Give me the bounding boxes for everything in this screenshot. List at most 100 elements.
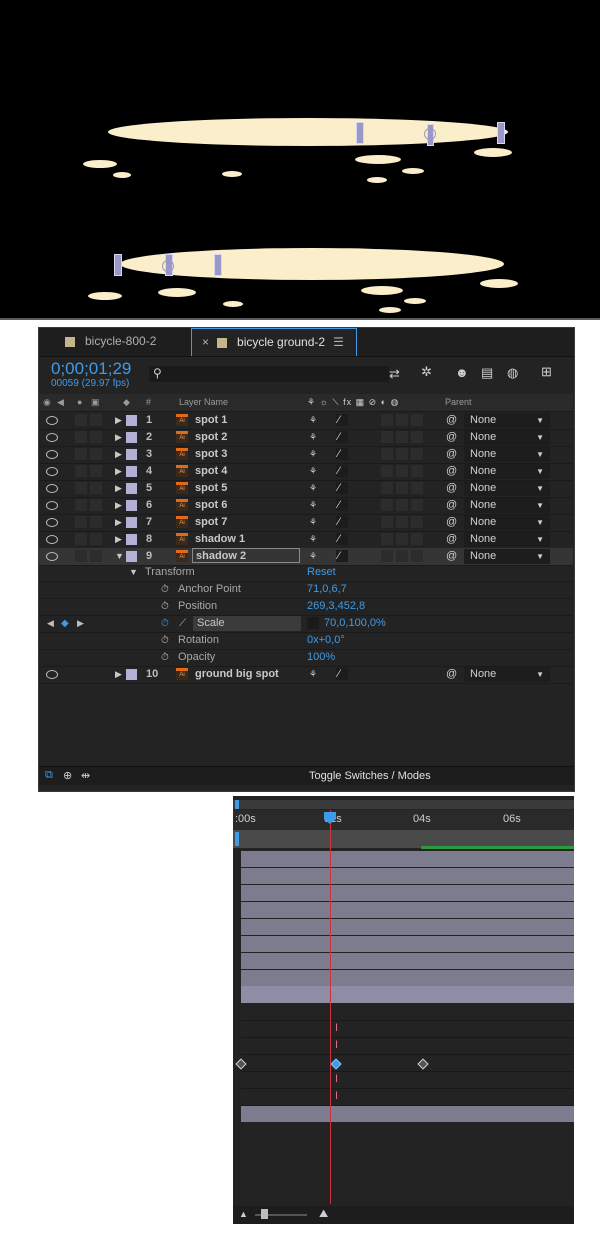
layer-bar-selected[interactable] xyxy=(241,986,574,1003)
switch-box[interactable] xyxy=(381,414,393,426)
eye-icon[interactable] xyxy=(46,416,58,425)
graph-icon[interactable]: ⟋ xyxy=(179,615,186,632)
label-color[interactable] xyxy=(126,500,137,511)
solo-switch[interactable] xyxy=(75,431,87,443)
prop-value[interactable]: 70,0,100,0% xyxy=(324,615,386,632)
motion-blur-icon[interactable]: ◍ xyxy=(507,365,518,381)
lock-switch[interactable] xyxy=(90,550,102,562)
prop-value[interactable]: 0x+0,0° xyxy=(307,632,345,649)
prop-rotation[interactable]: ⏱ Rotation 0x+0,0° xyxy=(39,632,573,650)
transform-group[interactable]: ▼ Transform Reset xyxy=(39,564,573,582)
layer-bar[interactable] xyxy=(241,919,574,935)
in-out-icon[interactable]: ⇹ xyxy=(81,769,90,782)
time-navigator[interactable] xyxy=(233,800,574,809)
eye-icon[interactable] xyxy=(46,433,58,442)
collapse-triangle-icon[interactable]: ▼ xyxy=(129,564,138,581)
parent-dropdown[interactable]: None ▼ xyxy=(464,430,550,445)
prop-scale[interactable]: ◀ ◆ ▶ ⏱ ⟋ Scale 70,0,100,0% xyxy=(39,615,573,633)
lock-switch[interactable] xyxy=(90,431,102,443)
switch-box[interactable] xyxy=(411,533,423,545)
playhead-line[interactable] xyxy=(330,810,331,1204)
eye-icon[interactable] xyxy=(46,450,58,459)
expand-triangle-icon[interactable]: ▶ xyxy=(115,514,122,531)
shadow-shape-bottom[interactable] xyxy=(120,248,504,280)
spot-shape[interactable] xyxy=(113,172,131,178)
keyframe-icon[interactable] xyxy=(417,1058,429,1070)
label-color[interactable] xyxy=(126,483,137,494)
shadow-shape-top[interactable] xyxy=(108,118,508,146)
spot-shape[interactable] xyxy=(355,155,401,164)
eye-icon[interactable] xyxy=(46,484,58,493)
layer-bar[interactable] xyxy=(241,953,574,969)
layer-row[interactable]: ▶ 7 Ai spot 7 ⚘ ⁄ @ None ▼ xyxy=(39,514,573,532)
prop-position[interactable]: ⏱ Position 269,3,452,8 xyxy=(39,598,573,616)
menu-icon[interactable]: ☰ xyxy=(333,335,344,349)
pickwhip-icon[interactable]: @ xyxy=(446,412,457,429)
spot-shape[interactable] xyxy=(474,148,512,157)
shy-switch-icon[interactable]: ⚘ xyxy=(309,531,317,548)
composition-viewer[interactable] xyxy=(0,0,600,320)
graph-editor-icon[interactable]: ⊞ xyxy=(541,364,552,380)
work-area-bar[interactable] xyxy=(233,830,574,849)
stopwatch-icon[interactable]: ⏱ xyxy=(161,632,169,649)
label-color[interactable] xyxy=(126,432,137,443)
switch-box[interactable] xyxy=(396,550,408,562)
switch-box[interactable] xyxy=(381,550,393,562)
zoom-slider-thumb[interactable] xyxy=(261,1209,268,1219)
shy-switch-icon[interactable]: ⚘ xyxy=(309,548,317,565)
hold-keyframe-icon[interactable]: I xyxy=(335,1072,338,1086)
pickwhip-icon[interactable]: @ xyxy=(446,429,457,446)
pickwhip-icon[interactable]: @ xyxy=(446,548,457,565)
parent-dropdown[interactable]: None ▼ xyxy=(464,481,550,496)
collapse-triangle-icon[interactable]: ▼ xyxy=(115,548,124,565)
solo-switch[interactable] xyxy=(75,414,87,426)
timeline-graph-area[interactable]: :00s 02s 04s 06s I I I I ▲ ⛰ xyxy=(233,796,574,1224)
prop-anchor-point[interactable]: ⏱ Anchor Point 71,0,6,7 xyxy=(39,581,573,599)
close-icon[interactable]: × xyxy=(202,335,209,349)
col-layer-name[interactable]: Layer Name xyxy=(179,394,228,411)
layer-row[interactable]: ▶ 10 Ai ground big spot ⚘ ⁄ @ None ▼ xyxy=(39,666,573,684)
expand-triangle-icon[interactable]: ▶ xyxy=(115,480,122,497)
solo-switch[interactable] xyxy=(75,465,87,477)
label-color[interactable] xyxy=(126,449,137,460)
label-color[interactable] xyxy=(126,466,137,477)
eye-icon[interactable] xyxy=(46,670,58,679)
layer-bar[interactable] xyxy=(241,970,574,986)
switch-box[interactable] xyxy=(396,414,408,426)
layer-name[interactable]: shadow 2 xyxy=(192,548,300,563)
keyframe-icon[interactable]: ◆ xyxy=(61,615,69,632)
reset-button[interactable]: Reset xyxy=(307,564,336,581)
tab-bicycle-ground-2[interactable]: × bicycle ground-2 ☰ xyxy=(191,328,357,356)
parent-dropdown[interactable]: None ▼ xyxy=(464,447,550,462)
layer-bar[interactable] xyxy=(241,851,574,867)
layer-row[interactable]: ▶ 6 Ai spot 6 ⚘ ⁄ @ None ▼ xyxy=(39,497,573,515)
lock-switch[interactable] xyxy=(90,516,102,528)
pickwhip-icon[interactable]: @ xyxy=(446,514,457,531)
pickwhip-icon[interactable]: @ xyxy=(446,666,457,683)
parent-dropdown[interactable]: None ▼ xyxy=(464,464,550,479)
comp-flowchart-icon[interactable]: ⇄ xyxy=(389,366,400,382)
lock-switch[interactable] xyxy=(90,414,102,426)
transfer-controls-icon[interactable]: ⊕ xyxy=(63,769,72,782)
navigator-start-handle[interactable] xyxy=(235,800,239,809)
solo-switch[interactable] xyxy=(75,448,87,460)
switch-box[interactable] xyxy=(396,465,408,477)
anchor-point-icon[interactable] xyxy=(162,260,174,272)
pickwhip-icon[interactable]: @ xyxy=(446,463,457,480)
switch-box[interactable] xyxy=(396,448,408,460)
switch-box[interactable] xyxy=(396,431,408,443)
switch-box[interactable] xyxy=(411,414,423,426)
keyframe-icon[interactable] xyxy=(330,1058,342,1070)
layer-name[interactable]: spot 3 xyxy=(195,446,227,463)
solo-switch[interactable] xyxy=(75,533,87,545)
eye-icon[interactable] xyxy=(46,535,58,544)
layer-bar[interactable] xyxy=(241,902,574,918)
parent-dropdown[interactable]: None ▼ xyxy=(464,515,550,530)
search-input[interactable]: ⚲ xyxy=(149,366,389,382)
switch-box[interactable] xyxy=(411,516,423,528)
eye-icon[interactable] xyxy=(46,518,58,527)
layer-switches-icon[interactable]: ⧉ xyxy=(45,769,53,782)
solo-switch[interactable] xyxy=(75,482,87,494)
layer-name[interactable]: spot 6 xyxy=(195,497,227,514)
layer-name[interactable]: spot 7 xyxy=(195,514,227,531)
